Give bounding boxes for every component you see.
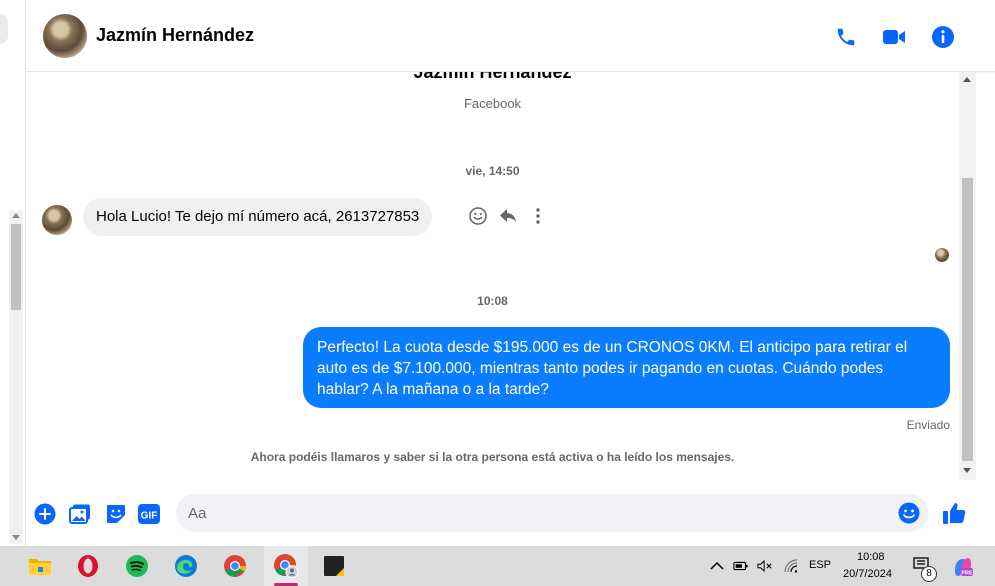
emoji-icon[interactable] — [898, 502, 920, 524]
left-scrollbar-thumb[interactable] — [11, 224, 21, 310]
windows-taskbar: ESP 10:08 20/7/2024 8 PRE — [0, 546, 995, 586]
intro-subtitle: Facebook — [463, 96, 522, 111]
contact-avatar[interactable] — [43, 14, 87, 58]
photo-icon[interactable] — [68, 502, 92, 526]
info-notice: Ahora podéis llamaros y saber si la otra… — [250, 450, 735, 464]
language-indicator[interactable]: ESP — [809, 559, 831, 571]
outgoing-message-bubble[interactable]: Perfecto! La cuota desde $195.000 es de … — [303, 327, 950, 408]
contact-name[interactable]: Jazmín Hernández — [96, 25, 254, 46]
notification-count-badge: 8 — [921, 566, 937, 582]
like-icon[interactable] — [941, 500, 967, 526]
info-icon[interactable] — [930, 24, 956, 50]
gif-icon[interactable]: GIF — [137, 502, 161, 526]
intro-contact-name: Jazmín Hernández — [413, 72, 572, 82]
opera-icon[interactable] — [74, 552, 102, 580]
sticker-icon[interactable] — [104, 502, 128, 526]
message-composer: GIF — [26, 490, 995, 546]
edge-icon[interactable] — [172, 552, 200, 580]
sent-status: Enviado — [906, 418, 950, 432]
phone-icon[interactable] — [833, 24, 859, 50]
messenger-window: Jazmín Hernández Jazmín Hernández Facebo… — [0, 0, 995, 586]
clock-time[interactable]: 10:08 — [857, 551, 885, 563]
react-icon[interactable] — [467, 205, 489, 227]
timestamp-divider: vie, 14:50 — [465, 164, 520, 178]
reply-icon[interactable] — [497, 205, 519, 227]
copilot-icon[interactable]: PRE — [952, 556, 974, 578]
chat-scroll-down-arrow[interactable] — [963, 468, 971, 473]
left-scroll-down-arrow[interactable] — [12, 535, 20, 540]
sender-avatar[interactable] — [42, 205, 72, 235]
chevron-up-icon[interactable] — [709, 558, 725, 574]
chrome-icon[interactable] — [221, 552, 249, 580]
left-scroll-up-arrow[interactable] — [12, 213, 20, 218]
incoming-message-bubble[interactable]: Hola Lucio! Te dejo mí número acá, 26137… — [83, 198, 433, 236]
file-explorer-icon[interactable] — [26, 552, 54, 580]
left-pane-button[interactable] — [0, 14, 8, 44]
chat-scroll-up-arrow[interactable] — [963, 77, 971, 82]
more-icon[interactable] — [527, 205, 549, 227]
chat-scrollbar[interactable] — [959, 72, 976, 480]
chat-scrollbar-thumb[interactable] — [962, 178, 973, 461]
message-input[interactable] — [176, 494, 928, 532]
message-list[interactable]: Jazmín Hernández Facebook vie, 14:50 Hol… — [26, 72, 959, 490]
battery-icon[interactable] — [733, 558, 749, 574]
chrome-profile-icon[interactable] — [272, 552, 300, 580]
video-camera-icon[interactable] — [881, 24, 907, 50]
gif-label: GIF — [141, 511, 158, 522]
speaker-muted-icon[interactable] — [757, 558, 773, 574]
spotify-icon[interactable] — [123, 552, 151, 580]
seen-indicator-avatar — [935, 248, 949, 262]
svg-text:PRE: PRE — [961, 571, 973, 577]
wifi-icon[interactable] — [783, 558, 799, 574]
plus-icon[interactable] — [33, 502, 57, 526]
notes-app-icon[interactable] — [320, 552, 348, 580]
clock-date[interactable]: 20/7/2024 — [843, 568, 892, 580]
timestamp-divider: 10:08 — [477, 294, 508, 308]
conversation-header: Jazmín Hernández — [26, 0, 995, 72]
